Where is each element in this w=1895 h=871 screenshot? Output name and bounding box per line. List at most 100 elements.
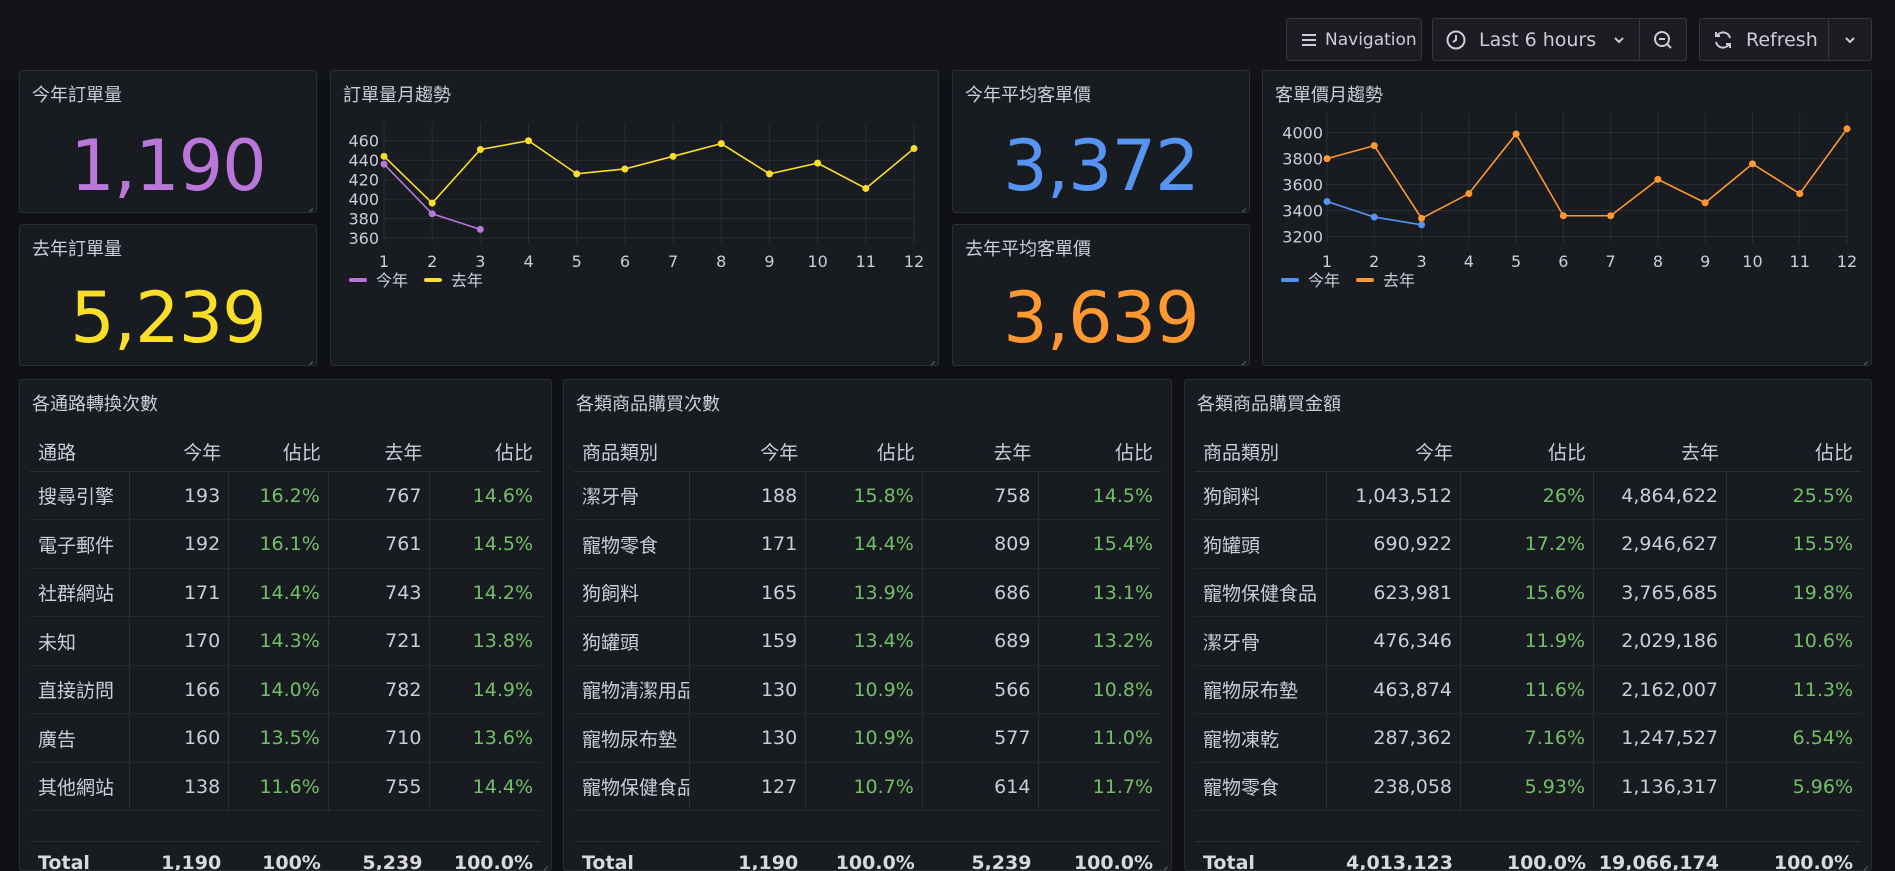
data-point xyxy=(476,146,484,154)
resize-handle[interactable] xyxy=(301,350,313,362)
table-row[interactable]: 直接訪問 166 14.0% 782 14.9% xyxy=(30,666,541,714)
table-cell: 13.9% xyxy=(806,569,923,616)
table-cell: 1,043,512 xyxy=(1327,472,1461,519)
column-header[interactable]: 佔比 xyxy=(430,432,541,471)
table-row[interactable]: 社群網站 171 14.4% 743 14.2% xyxy=(30,569,541,617)
resize-handle[interactable] xyxy=(1856,855,1868,867)
table-cell: 16.1% xyxy=(229,520,329,568)
table-cell: 10.9% xyxy=(806,666,923,713)
data-point xyxy=(1843,125,1851,133)
table-cell: 未知 xyxy=(30,617,130,665)
time-range-picker[interactable]: Last 6 hours xyxy=(1432,18,1640,61)
resize-handle[interactable] xyxy=(1234,197,1246,209)
table-row[interactable]: 其他網站 138 11.6% 755 14.4% xyxy=(30,763,541,811)
resize-handle[interactable] xyxy=(536,855,548,867)
table-row[interactable]: 狗飼料 1,043,512 26% 4,864,622 25.5% xyxy=(1195,472,1861,520)
table-row[interactable]: 寵物保健食品 623,981 15.6% 3,765,685 19.8% xyxy=(1195,569,1861,617)
column-header[interactable]: 今年 xyxy=(130,432,230,471)
table-cell: 761 xyxy=(329,520,431,568)
refresh-interval-dropdown[interactable] xyxy=(1828,18,1872,61)
stat-panel-last-year-orders[interactable]: 去年訂單量 5,239 xyxy=(19,224,317,366)
stat-panel-this-year-avg[interactable]: 今年平均客單價 3,372 xyxy=(952,70,1250,213)
table-cell: 14.3% xyxy=(229,617,329,665)
table-cell: 11.3% xyxy=(1792,678,1853,701)
column-header[interactable]: 通路 xyxy=(30,432,130,471)
column-header[interactable]: 今年 xyxy=(690,432,807,471)
chart-panel-orders-trend[interactable]: 訂單量月趨勢 1 2 3 4 5 6 7 8 9 10 11 12 360 380 400 420 440 460… xyxy=(330,70,939,366)
table-cell: 100.0% xyxy=(1073,851,1154,871)
table-panel-category-counts[interactable]: 各類商品購買次數 商品類別 今年 佔比 去年 佔比 潔牙骨 188 15.8% 758 14.5%… xyxy=(563,379,1172,871)
stat-panel-last-year-avg[interactable]: 去年平均客單價 3,639 xyxy=(952,224,1250,366)
stat-panel-this-year-orders[interactable]: 今年訂單量 1,190 xyxy=(19,70,317,213)
table-cell: 14.0% xyxy=(229,666,329,713)
table-row[interactable]: 寵物零食 171 14.4% 809 15.4% xyxy=(574,520,1161,569)
table-row[interactable]: 未知 170 14.3% 721 13.8% xyxy=(30,617,541,666)
column-header[interactable]: 佔比 xyxy=(806,432,923,471)
table-row[interactable]: 廣告 160 13.5% 710 13.6% xyxy=(30,714,541,763)
table-cell: 寵物凍乾 xyxy=(1195,714,1327,762)
panel-title: 去年訂單量 xyxy=(32,239,122,260)
column-header[interactable]: 商品類別 xyxy=(574,432,690,471)
table-row[interactable]: 寵物保健食品 127 10.7% 614 11.7% xyxy=(574,763,1161,811)
resize-handle[interactable] xyxy=(301,197,313,209)
column-header[interactable]: 去年 xyxy=(1594,432,1727,471)
table-cell: 758 xyxy=(923,472,1040,519)
table-cell: 17.2% xyxy=(1461,520,1594,568)
x-tick-label: 8 xyxy=(716,252,726,271)
table-cell: 463,874 xyxy=(1327,666,1461,713)
x-tick-label: 2 xyxy=(1369,252,1379,271)
table-cell: 寵物零食 xyxy=(1195,763,1327,810)
table-row[interactable]: 寵物凍乾 287,362 7.16% 1,247,527 6.54% xyxy=(1195,714,1861,763)
table-row[interactable]: 潔牙骨 476,346 11.9% 2,029,186 10.6% xyxy=(1195,617,1861,666)
table-panel-category-amounts[interactable]: 各類商品購買金額 商品類別 今年 佔比 去年 佔比 狗飼料 1,043,512 26% 4,86… xyxy=(1184,379,1872,871)
data-point xyxy=(380,160,388,168)
resize-handle[interactable] xyxy=(1234,350,1246,362)
data-point xyxy=(1654,175,1662,183)
table-cell: 192 xyxy=(130,520,230,568)
table-total-row[interactable]: Total 4,013,123 100.0% 19,066,174 100.0% xyxy=(1195,841,1861,871)
table-row[interactable]: 潔牙骨 188 15.8% 758 14.5% xyxy=(574,472,1161,520)
table-panel-channels[interactable]: 各通路轉換次數 通路 今年 佔比 去年 佔比 搜尋引擎 193 16.2% 767 14.6% 電子… xyxy=(19,379,552,871)
table-cell: 潔牙骨 xyxy=(574,472,690,519)
x-tick-label: 7 xyxy=(1606,252,1616,271)
table-cell: 15.5% xyxy=(1792,533,1853,555)
chart-panel-avg-trend[interactable]: 客單價月趨勢 1 2 3 4 5 6 7 8 9 10 11 12 3200 3400 3600 3800 40… xyxy=(1262,70,1872,366)
column-header[interactable]: 去年 xyxy=(923,432,1040,471)
column-header[interactable]: 佔比 xyxy=(229,432,329,471)
zoom-out-button[interactable] xyxy=(1639,18,1687,61)
refresh-button[interactable]: Refresh xyxy=(1699,18,1829,61)
table-row[interactable]: 寵物尿布墊 463,874 11.6% 2,162,007 11.3% xyxy=(1195,666,1861,714)
data-point xyxy=(1465,190,1473,198)
table-cell: 171 xyxy=(690,520,807,568)
table-row[interactable]: 寵物尿布墊 130 10.9% 577 11.0% xyxy=(574,714,1161,763)
resize-handle[interactable] xyxy=(1156,855,1168,867)
table-cell: 100.0% xyxy=(1773,851,1853,871)
table-cell: 其他網站 xyxy=(30,763,130,810)
x-tick-label: 9 xyxy=(764,252,774,271)
data-point xyxy=(476,225,484,233)
column-header[interactable]: 佔比 xyxy=(1727,432,1861,471)
navigation-button[interactable]: Navigation xyxy=(1286,18,1422,61)
column-header[interactable]: 去年 xyxy=(329,432,431,471)
refresh-icon xyxy=(1712,29,1734,51)
column-header[interactable]: 商品類別 xyxy=(1195,432,1327,471)
x-tick-label: 9 xyxy=(1700,252,1710,271)
table-row[interactable]: 寵物清潔用品 130 10.9% 566 10.8% xyxy=(574,666,1161,714)
table-row[interactable]: 狗罐頭 690,922 17.2% 2,946,627 15.5% xyxy=(1195,520,1861,569)
table-cell: 11.6% xyxy=(229,763,329,810)
table-total-row[interactable]: Total 1,190 100.0% 5,239 100.0% xyxy=(574,841,1161,871)
resize-handle[interactable] xyxy=(1856,350,1868,362)
table-cell: Total xyxy=(38,851,90,871)
x-tick-label: 5 xyxy=(1511,252,1521,271)
table-total-row[interactable]: Total 1,190 100% 5,239 100.0% xyxy=(30,841,541,871)
column-header[interactable]: 今年 xyxy=(1327,432,1461,471)
table-row[interactable]: 搜尋引擎 193 16.2% 767 14.6% xyxy=(30,472,541,520)
table-cell: 159 xyxy=(690,617,807,665)
resize-handle[interactable] xyxy=(923,350,935,362)
table-row[interactable]: 電子郵件 192 16.1% 761 14.5% xyxy=(30,520,541,569)
table-row[interactable]: 寵物零食 238,058 5.93% 1,136,317 5.96% xyxy=(1195,763,1861,811)
column-header[interactable]: 佔比 xyxy=(1461,432,1594,471)
table-row[interactable]: 狗飼料 165 13.9% 686 13.1% xyxy=(574,569,1161,617)
table-row[interactable]: 狗罐頭 159 13.4% 689 13.2% xyxy=(574,617,1161,666)
column-header[interactable]: 佔比 xyxy=(1039,432,1161,471)
